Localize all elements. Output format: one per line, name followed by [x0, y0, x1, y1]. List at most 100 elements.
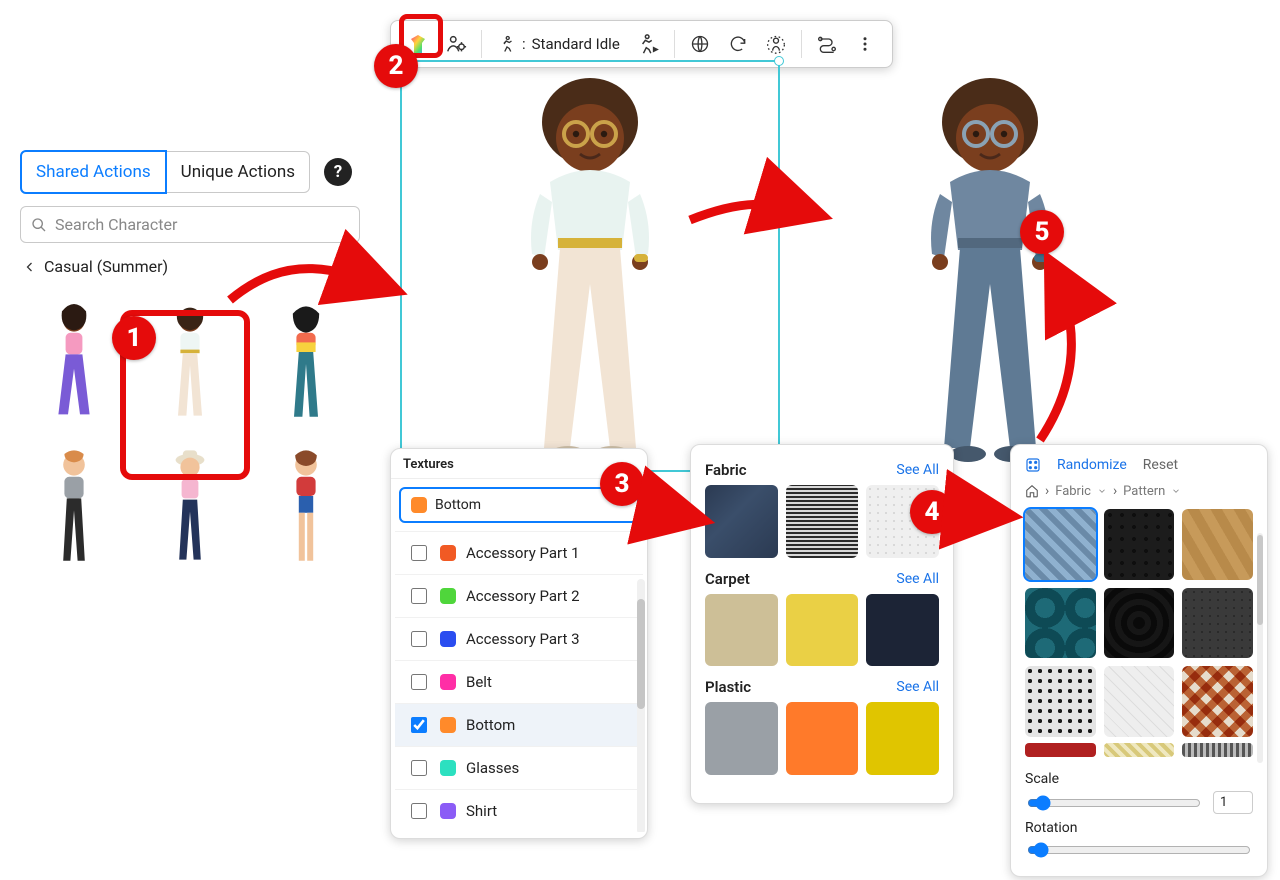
texture-checkbox[interactable]	[411, 717, 427, 733]
fabric-row	[705, 485, 939, 558]
texture-swatch[interactable]	[786, 485, 859, 558]
reset-button[interactable]: Reset	[1143, 457, 1178, 473]
section-title-carpet: Carpet	[705, 570, 750, 588]
see-all-link[interactable]: See All	[896, 679, 939, 695]
scale-label: Scale	[1025, 771, 1253, 787]
texture-swatch[interactable]	[866, 702, 939, 775]
scrollbar-thumb[interactable]	[1257, 535, 1263, 625]
texture-row[interactable]: Belt	[395, 660, 643, 703]
scale-value[interactable]: 1	[1213, 791, 1253, 814]
swatch-icon	[440, 545, 456, 561]
resize-handle[interactable]	[774, 56, 784, 66]
avatar-preview-before	[440, 66, 740, 470]
texture-checkbox[interactable]	[411, 588, 427, 604]
texture-swatch[interactable]	[705, 485, 778, 558]
chevron-down-icon	[1171, 486, 1181, 496]
texture-checkbox[interactable]	[411, 760, 427, 776]
path-icon[interactable]	[810, 27, 844, 61]
search-input[interactable]: Search Character	[20, 206, 360, 243]
character-thumb[interactable]	[20, 294, 128, 424]
plastic-row	[705, 702, 939, 775]
step-badge-2: 2	[374, 44, 418, 88]
texture-row[interactable]: Glasses	[395, 746, 643, 789]
texture-swatch[interactable]	[705, 594, 778, 667]
swatch-icon	[440, 631, 456, 647]
pattern-breadcrumb[interactable]: › Fabric › Pattern	[1025, 483, 1253, 499]
section-title-plastic: Plastic	[705, 678, 751, 696]
swatch-icon	[440, 803, 456, 819]
pattern-swatch-selected[interactable]	[1025, 509, 1096, 580]
crumb-fabric[interactable]: Fabric	[1055, 484, 1091, 499]
see-all-link[interactable]: See All	[896, 462, 939, 478]
texture-row[interactable]: Accessory Part 1	[395, 531, 643, 574]
search-placeholder: Search Character	[55, 215, 177, 234]
texture-swatch[interactable]	[705, 702, 778, 775]
tab-shared-actions[interactable]: Shared Actions	[20, 150, 167, 194]
texture-checkbox[interactable]	[411, 803, 427, 819]
texture-checkbox[interactable]	[411, 545, 427, 561]
texture-swatch[interactable]	[786, 702, 859, 775]
more-icon[interactable]	[848, 27, 882, 61]
home-icon	[1025, 484, 1039, 498]
texture-label: Belt	[466, 673, 492, 691]
character-thumb[interactable]	[252, 294, 360, 424]
texture-row[interactable]: Accessory Part 2	[395, 574, 643, 617]
texture-checkbox[interactable]	[411, 674, 427, 690]
character-thumb[interactable]	[252, 438, 360, 568]
pattern-swatch[interactable]	[1104, 509, 1175, 580]
category-breadcrumb[interactable]: Casual (Summer)	[20, 257, 360, 276]
texture-label: Accessory Part 2	[466, 587, 580, 605]
texture-checkbox[interactable]	[411, 631, 427, 647]
carpet-row	[705, 594, 939, 667]
texture-swatch[interactable]	[866, 594, 939, 667]
textures-selected-label: Bottom	[435, 497, 481, 513]
chevron-down-icon	[1097, 486, 1107, 496]
search-icon	[31, 217, 47, 233]
step-badge-1: 1	[112, 316, 156, 360]
texture-row[interactable]: Shirt	[395, 789, 643, 832]
textures-list: Accessory Part 1 Accessory Part 2 Access…	[391, 531, 647, 832]
textures-panel: Textures Bottom Accessory Part 1 Accesso…	[390, 448, 648, 839]
scrollbar-thumb[interactable]	[637, 599, 645, 709]
see-all-link[interactable]: See All	[896, 571, 939, 587]
swatch-icon	[440, 717, 456, 733]
pattern-swatch[interactable]	[1025, 666, 1096, 737]
animation-selector[interactable]: : Standard Idle	[490, 35, 628, 53]
swatch-icon	[440, 674, 456, 690]
scrollbar[interactable]	[637, 579, 645, 832]
pattern-swatch[interactable]	[1182, 509, 1253, 580]
character-thumb[interactable]	[20, 438, 128, 568]
character-tool-icon[interactable]	[439, 27, 473, 61]
tab-unique-actions[interactable]: Unique Actions	[167, 151, 310, 193]
avatar-preview-after	[840, 66, 1140, 470]
animation-play-icon[interactable]	[632, 27, 666, 61]
run-icon	[498, 35, 516, 53]
swatch-icon	[411, 497, 427, 513]
pattern-swatch[interactable]	[1025, 588, 1096, 659]
rotation-slider[interactable]	[1027, 842, 1251, 858]
pattern-grid	[1025, 509, 1253, 737]
pattern-panel: Randomize Reset › Fabric › Pattern Scale…	[1010, 444, 1268, 877]
swatch-icon	[440, 760, 456, 776]
rotation-label: Rotation	[1025, 820, 1253, 836]
step-badge-3: 3	[600, 462, 644, 506]
texture-label: Accessory Part 3	[466, 630, 580, 648]
randomize-button[interactable]: Randomize	[1057, 457, 1127, 473]
texture-label: Shirt	[466, 802, 497, 820]
scrollbar[interactable]	[1257, 533, 1263, 763]
help-icon[interactable]: ?	[324, 158, 352, 186]
crumb-pattern[interactable]: Pattern	[1123, 484, 1165, 499]
animation-prefix: :	[522, 35, 526, 53]
globe-icon[interactable]	[683, 27, 717, 61]
undo-icon[interactable]	[721, 27, 755, 61]
texture-row[interactable]: Accessory Part 3	[395, 617, 643, 660]
step-badge-5: 5	[1020, 210, 1064, 254]
pattern-swatch[interactable]	[1104, 588, 1175, 659]
texture-swatch[interactable]	[786, 594, 859, 667]
texture-row-selected[interactable]: Bottom	[395, 703, 643, 746]
pattern-swatch[interactable]	[1104, 666, 1175, 737]
section-title-fabric: Fabric	[705, 461, 747, 479]
pattern-swatch[interactable]	[1182, 588, 1253, 659]
scale-slider[interactable]	[1027, 795, 1201, 811]
pattern-swatch[interactable]	[1182, 666, 1253, 737]
